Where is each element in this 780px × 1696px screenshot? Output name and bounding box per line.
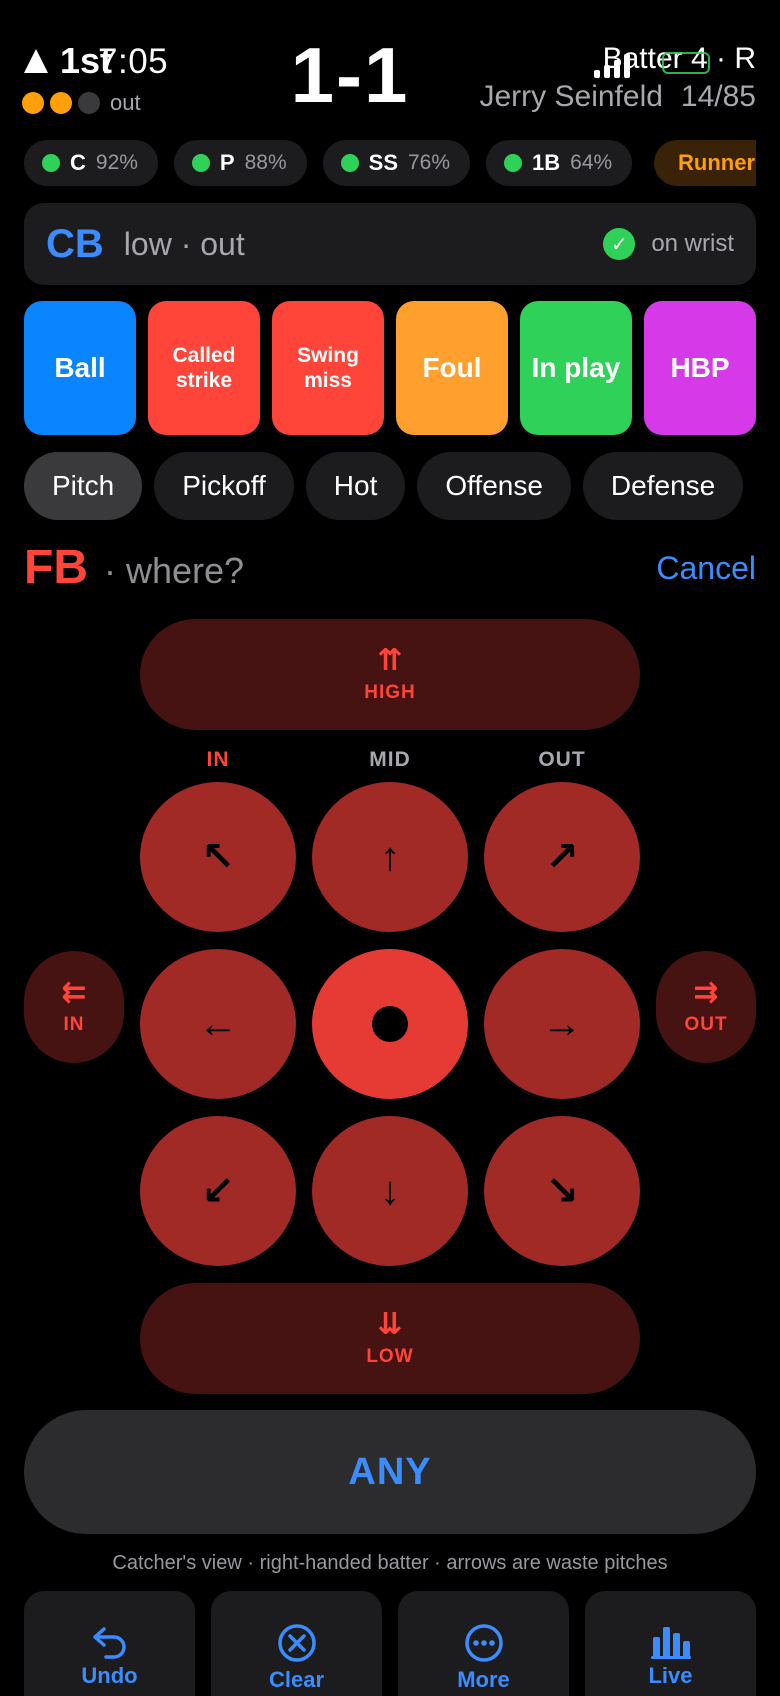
called-pitch: CB (46, 221, 104, 266)
selected-pitch: FB (24, 541, 88, 594)
fielder-position: 1B (532, 150, 561, 175)
fielder-chip-ss[interactable]: SS 76% (322, 140, 471, 186)
clear-label: Clear (268, 1667, 325, 1692)
fielder-chip-p[interactable]: P 88% (173, 140, 307, 186)
location-prompt: FB · where? (24, 540, 244, 595)
fielder-position: SS (368, 150, 398, 175)
where-label: · where? (103, 550, 245, 591)
double-left-arrow-icon: ⇇ (61, 976, 87, 1009)
batter-name: Jerry Seinfeld (479, 80, 663, 113)
live-bar-chart-icon (650, 1627, 691, 1659)
arrow-down-left-icon: ↙ (201, 1169, 235, 1213)
wrist-status: ✓ on wrist (603, 228, 734, 260)
runners-chip[interactable]: Runners (654, 140, 756, 186)
zone-low-mid[interactable]: ↓ (312, 1116, 468, 1266)
column-label-in: IN (206, 748, 230, 771)
arrow-up-icon: ↑ (380, 834, 400, 879)
more-ellipsis-icon (464, 1624, 503, 1662)
double-right-arrow-icon: ⇉ (693, 976, 719, 1009)
in-play-button[interactable]: In play (520, 301, 632, 435)
arrow-up-right-icon: ↗ (545, 835, 579, 879)
center-dot-icon (372, 1006, 408, 1042)
fielder-chip-c[interactable]: C 92% (24, 140, 158, 186)
tab-offense[interactable]: Offense (417, 452, 571, 520)
outcome-buttons: Ball Called strike Swing miss Foul In pl… (24, 301, 756, 435)
fielder-chip-1b[interactable]: 1B 64% (486, 140, 633, 186)
bottom-toolbar: Undo Clear More Live (24, 1591, 756, 1696)
fielder-battery: 92% (95, 151, 138, 174)
outside-label: OUT (684, 1014, 728, 1035)
inside-waste-button[interactable]: ⇇ IN (24, 951, 124, 1063)
foul-button[interactable]: Foul (396, 301, 508, 435)
zone-center[interactable] (312, 949, 468, 1099)
zone-high-mid[interactable]: ↑ (312, 782, 468, 932)
low-waste-button[interactable]: ⇊ LOW (140, 1283, 640, 1394)
online-dot-icon (191, 154, 210, 172)
zone-high-out[interactable]: ↗ (484, 782, 640, 932)
undo-label: Undo (81, 1663, 138, 1688)
ball-button[interactable]: Ball (24, 301, 136, 435)
fielder-position: C (70, 150, 86, 175)
cancel-button[interactable]: Cancel (656, 550, 756, 587)
hbp-button[interactable]: HBP (644, 301, 756, 435)
more-button[interactable]: More (398, 1591, 569, 1696)
fielder-battery: 76% (408, 151, 451, 174)
live-label: Live (648, 1663, 693, 1688)
any-location-button[interactable]: ANY (24, 1410, 756, 1534)
fielder-battery: 64% (570, 151, 613, 174)
outside-waste-button[interactable]: ⇉ OUT (656, 951, 756, 1063)
fielder-position: P (219, 150, 235, 175)
zone-mid-out[interactable]: → (484, 949, 640, 1099)
arrow-up-left-icon: ↖ (201, 835, 235, 879)
pitch-count: 14/85 (680, 80, 756, 113)
undo-button[interactable]: Undo (24, 1591, 195, 1696)
tab-pickoff[interactable]: Pickoff (154, 452, 294, 520)
fielder-battery: 88% (244, 151, 287, 174)
more-label: More (457, 1667, 510, 1692)
zone-mid-in[interactable]: ← (140, 949, 296, 1099)
tab-hot[interactable]: Hot (305, 452, 406, 520)
swing-miss-button[interactable]: Swing miss (272, 301, 384, 435)
undo-icon (92, 1627, 126, 1659)
clear-button[interactable]: Clear (211, 1591, 382, 1696)
battery-icon (662, 52, 710, 74)
online-dot-icon (42, 154, 60, 172)
online-dot-icon (504, 154, 523, 172)
called-strike-button[interactable]: Called strike (148, 301, 260, 435)
high-label: HIGH (364, 681, 416, 703)
view-note: Catcher's view · right-handed batter · a… (112, 1552, 668, 1574)
tab-defense[interactable]: Defense (582, 452, 744, 520)
check-icon: ✓ (603, 228, 636, 260)
zone-low-in[interactable]: ↙ (140, 1116, 296, 1266)
arrow-right-icon: → (542, 1001, 582, 1046)
zone-high-in[interactable]: ↖ (140, 782, 296, 932)
batter-info: Jerry Seinfeld 14/85 (480, 80, 757, 114)
arrow-down-icon: ↓ (380, 1168, 400, 1213)
clear-circle-x-icon (277, 1624, 316, 1662)
category-tabs: Pitch Pickoff Hot Offense Defense (24, 452, 756, 520)
zone-low-out[interactable]: ↘ (484, 1116, 640, 1266)
online-dot-icon (340, 154, 359, 172)
called-location: low · out (123, 225, 245, 262)
high-waste-button[interactable]: ⇈ HIGH (140, 619, 640, 730)
live-button[interactable]: Live (585, 1591, 756, 1696)
wrist-label: on wrist (651, 230, 734, 257)
double-up-arrow-icon: ⇈ (377, 643, 403, 677)
arrow-down-right-icon: ↘ (545, 1169, 579, 1213)
low-label: LOW (366, 1345, 414, 1367)
runners-chip-clip: Runners (654, 140, 756, 186)
tab-pitch[interactable]: Pitch (24, 452, 143, 520)
fielder-chips: C 92% P 88% SS 76% 1B 64% (24, 140, 633, 186)
column-label-mid: MID (369, 748, 411, 771)
column-label-out: OUT (538, 748, 586, 771)
inside-label: IN (63, 1014, 85, 1035)
double-down-arrow-icon: ⇊ (377, 1307, 403, 1341)
current-call-bar: CB low · out ✓ on wrist (24, 203, 756, 285)
arrow-left-icon: ← (198, 1001, 238, 1046)
